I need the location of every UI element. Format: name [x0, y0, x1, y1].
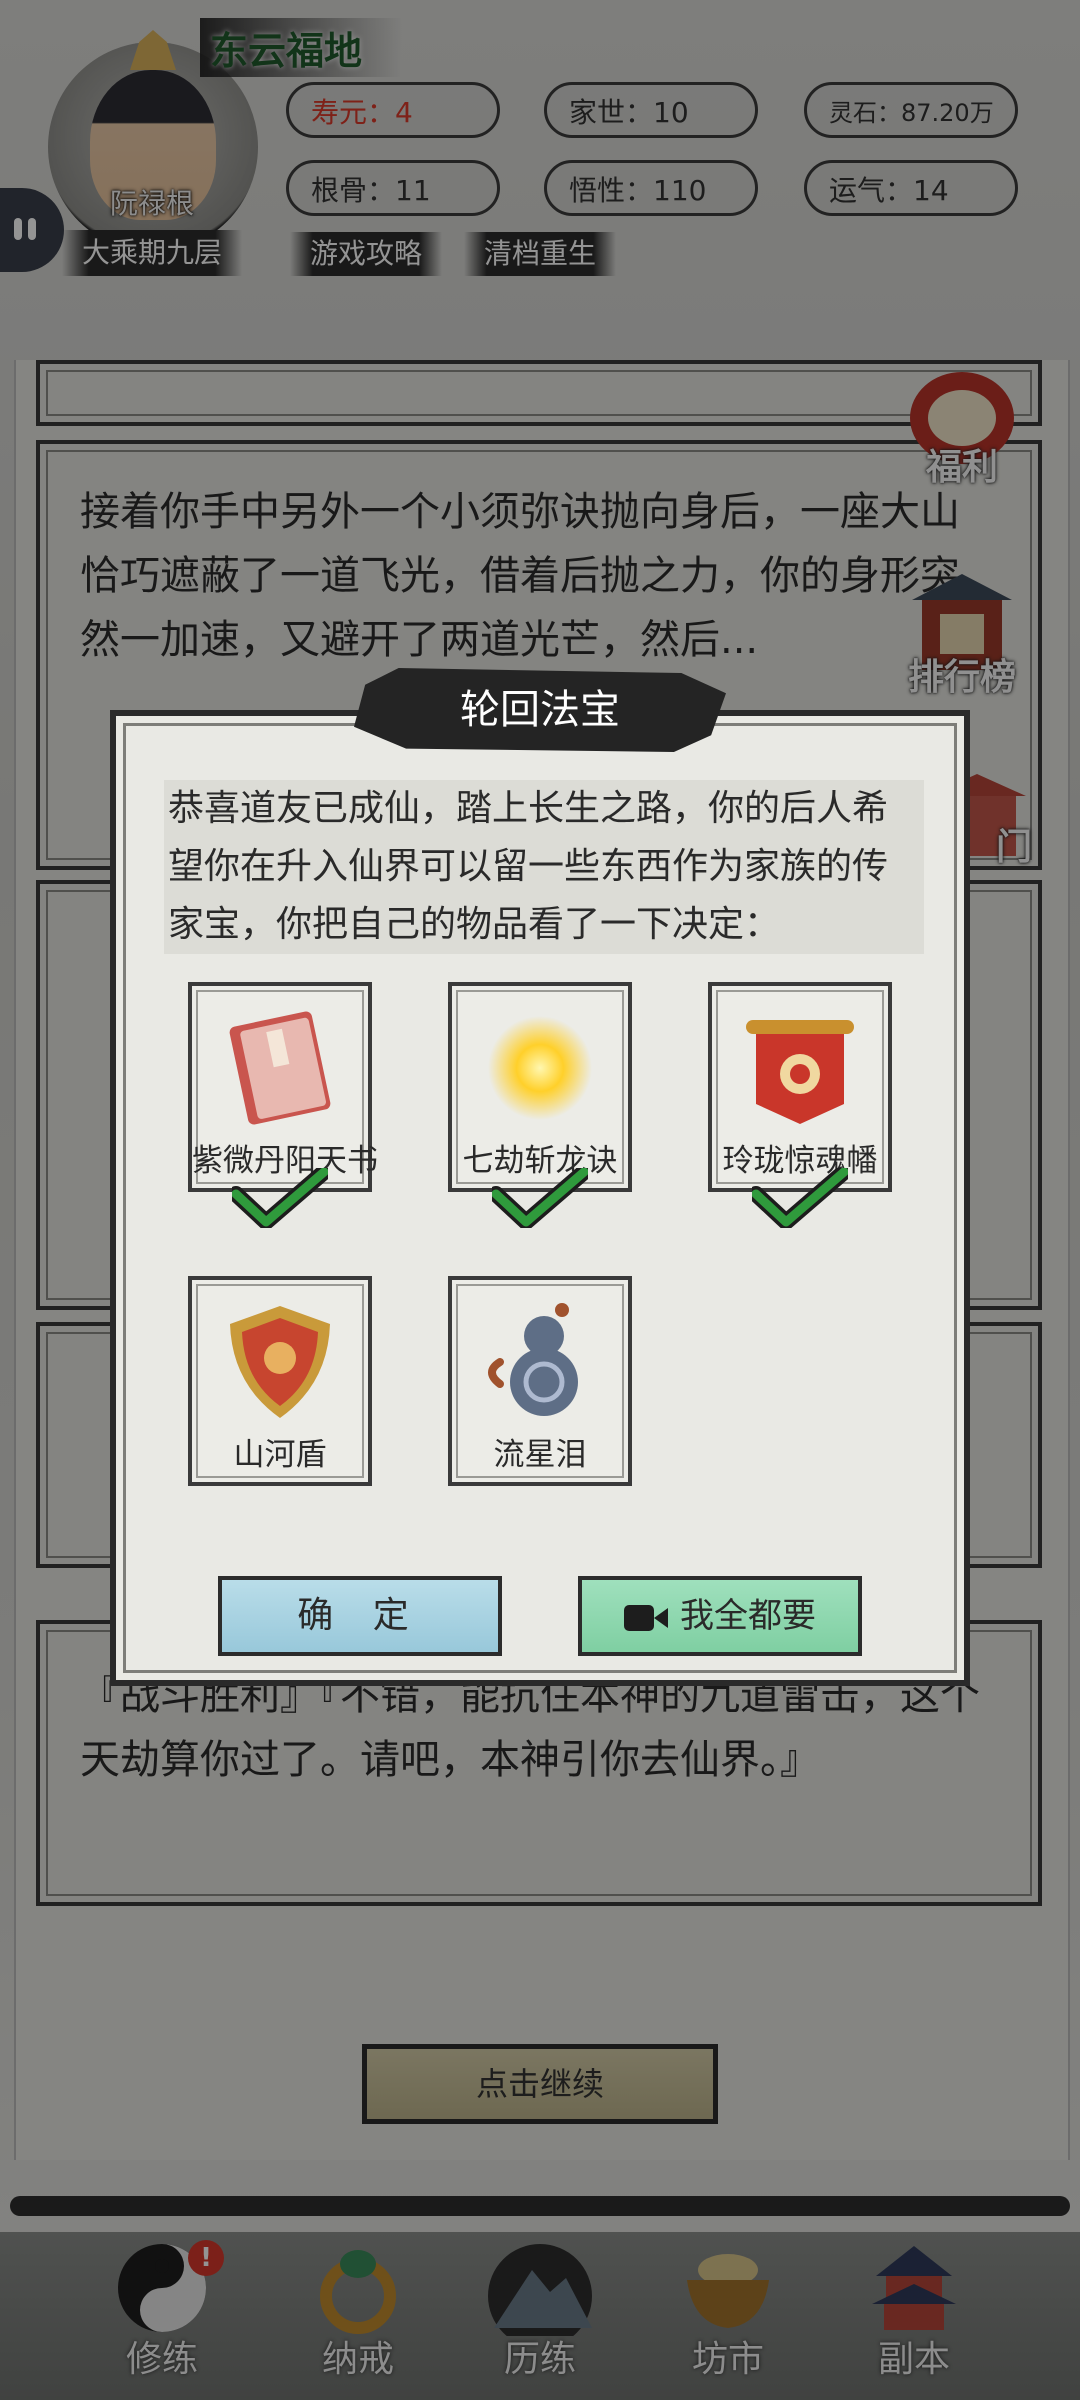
take-all-button[interactable]: 我全都要	[578, 1576, 862, 1656]
item-name: 流星泪	[493, 1437, 587, 1473]
sun-orb-icon	[488, 1016, 592, 1120]
checkmark-icon	[752, 1168, 848, 1228]
item-card[interactable]: 玲珑惊魂幡	[708, 982, 892, 1192]
item-card[interactable]: 流星泪	[448, 1276, 632, 1486]
item-card[interactable]: 七劫斩龙诀	[448, 982, 632, 1192]
book-icon	[229, 1011, 331, 1125]
gourd-icon	[488, 1303, 578, 1416]
checkmark-icon	[232, 1168, 328, 1228]
item-card[interactable]: 山河盾	[188, 1276, 372, 1486]
item-name: 山河盾	[233, 1437, 327, 1473]
dialog-title: 轮回法宝	[460, 687, 620, 733]
shield-icon	[230, 1306, 330, 1418]
confirm-button[interactable]: 确 定	[218, 1576, 502, 1656]
checkmark-icon	[492, 1168, 588, 1228]
dialog-message: 恭喜道友已成仙，踏上长生之路，你的后人希望你在升入仙界可以留一些东西作为家族的传…	[164, 780, 924, 954]
video-camera-icon	[624, 1604, 668, 1631]
take-all-label: 我全都要	[680, 1596, 816, 1636]
banner-icon	[746, 1020, 854, 1124]
item-card[interactable]: 紫微丹阳天书	[188, 982, 378, 1192]
